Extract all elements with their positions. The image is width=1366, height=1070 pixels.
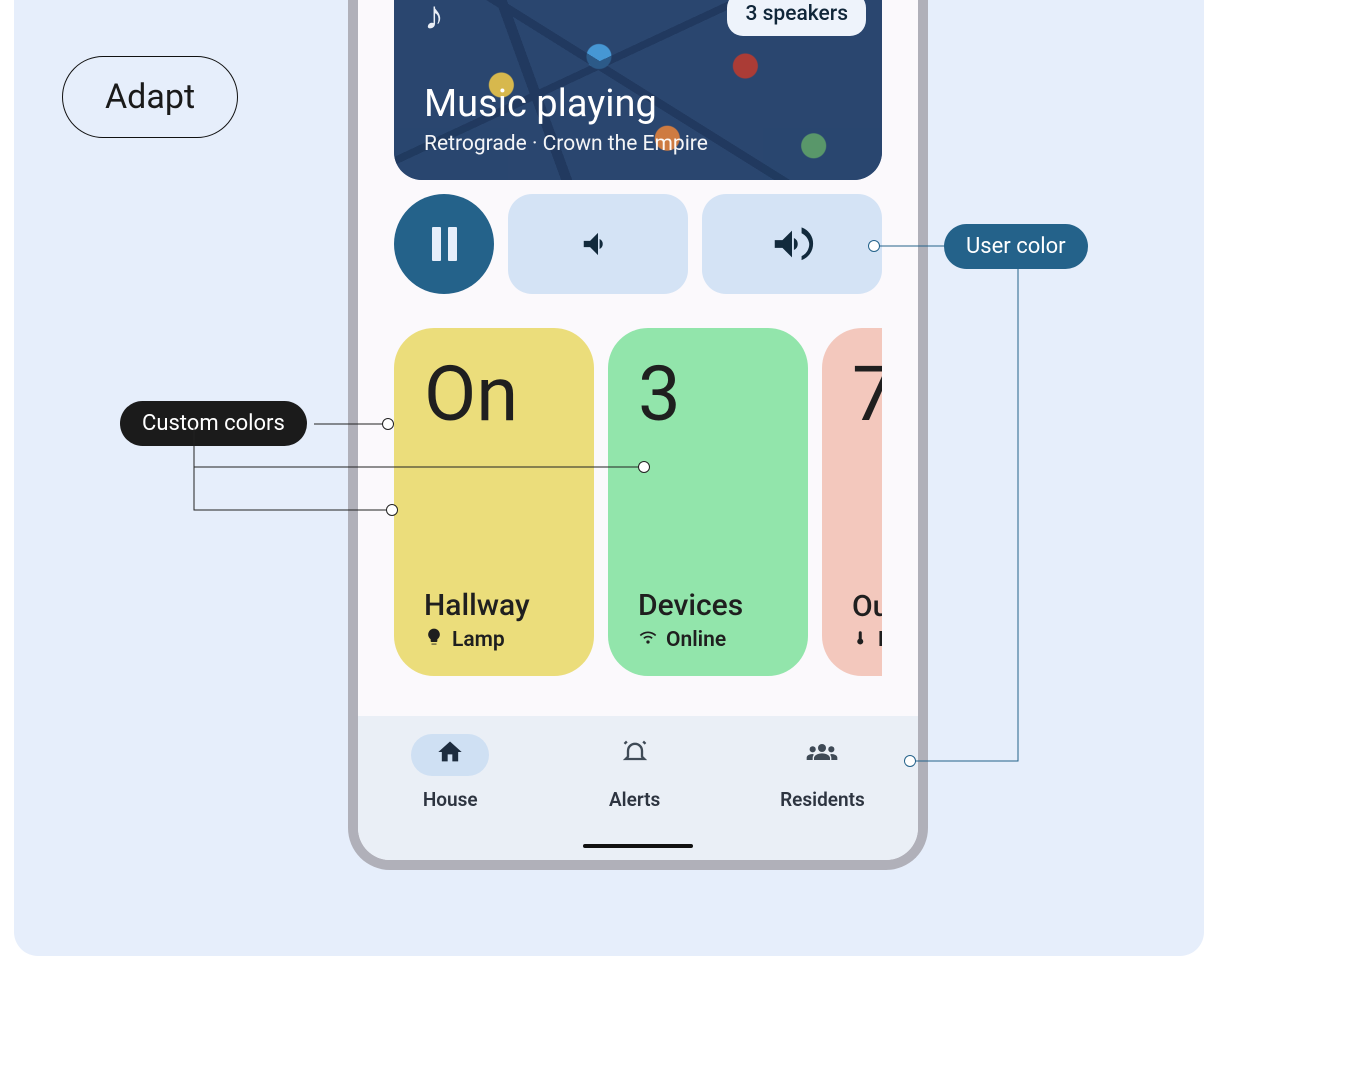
card-devices-sub: Online (638, 627, 778, 652)
music-track: Retrograde · Crown the Empire (424, 132, 708, 156)
card-devices-sub-text: Online (666, 628, 726, 652)
lamp-icon (424, 627, 444, 652)
leader-user-1-dot (868, 240, 880, 252)
house-icon (436, 738, 464, 773)
nav-alerts[interactable]: Alerts (596, 734, 674, 811)
phone-content: ♪ 3 speakers Music playing Retrograde · … (358, 0, 918, 676)
card-outside-title: Outsi (852, 589, 882, 624)
card-devices-value: 3 (638, 356, 778, 432)
annotation-user-color: User color (944, 224, 1088, 269)
adapt-badge: Adapt (62, 56, 238, 138)
card-hallway-title: Hallway (424, 588, 564, 623)
music-title: Music playing (424, 82, 708, 126)
volume-high-icon (769, 221, 815, 267)
card-devices[interactable]: 3 Devices Online (608, 328, 808, 676)
canvas: Adapt ♪ 3 speakers Music playing Retrogr… (14, 0, 1204, 956)
nav-residents[interactable]: Residents (780, 734, 865, 811)
nav-residents-pill (783, 734, 861, 776)
annotation-user-color-label: User color (966, 234, 1066, 259)
nav-house-label: House (423, 788, 478, 811)
leader-custom-2-dot (638, 461, 650, 473)
card-outside-sub: Heati (852, 628, 882, 652)
card-outside-sub-text: Heati (878, 628, 882, 652)
cards-row[interactable]: On Hallway Lamp 3 Devices (394, 328, 882, 676)
thermometer-icon (852, 628, 870, 652)
wifi-icon (638, 627, 658, 652)
music-card[interactable]: ♪ 3 speakers Music playing Retrograde · … (394, 0, 882, 180)
card-devices-title: Devices (638, 588, 778, 623)
nav-residents-label: Residents (780, 788, 865, 811)
volume-high-button[interactable] (702, 194, 882, 294)
gesture-handle[interactable] (583, 844, 693, 848)
people-icon (806, 738, 838, 773)
nav-alerts-pill (596, 734, 674, 776)
nav-house[interactable]: House (411, 734, 489, 811)
bottom-nav: House Alerts Residents (358, 716, 918, 860)
adapt-label: Adapt (105, 77, 195, 117)
pause-button[interactable] (394, 194, 494, 294)
volume-low-icon (579, 225, 617, 263)
card-hallway-sub: Lamp (424, 627, 564, 652)
leader-user-2-dot (904, 755, 916, 767)
nav-house-pill (411, 734, 489, 776)
music-text: Music playing Retrograde · Crown the Emp… (424, 82, 708, 156)
card-hallway-sub-text: Lamp (452, 628, 505, 652)
bell-icon (621, 738, 649, 773)
speakers-chip[interactable]: 3 speakers (727, 0, 866, 36)
card-hallway[interactable]: On Hallway Lamp (394, 328, 594, 676)
pause-icon (432, 227, 457, 261)
leader-custom-1-dot (382, 418, 394, 430)
volume-low-button[interactable] (508, 194, 688, 294)
music-note-icon: ♪ (424, 0, 444, 39)
phone-frame: ♪ 3 speakers Music playing Retrograde · … (348, 0, 928, 870)
card-hallway-value: On (424, 356, 564, 432)
card-outside-value: 71 (852, 356, 882, 432)
speakers-chip-label: 3 speakers (745, 2, 848, 26)
card-outside[interactable]: 71 Outsi Heati (822, 328, 882, 676)
media-controls (394, 194, 882, 294)
leader-custom-3-dot (386, 504, 398, 516)
annotation-custom-colors: Custom colors (120, 401, 307, 446)
nav-alerts-label: Alerts (609, 788, 660, 811)
annotation-custom-colors-label: Custom colors (142, 411, 285, 436)
